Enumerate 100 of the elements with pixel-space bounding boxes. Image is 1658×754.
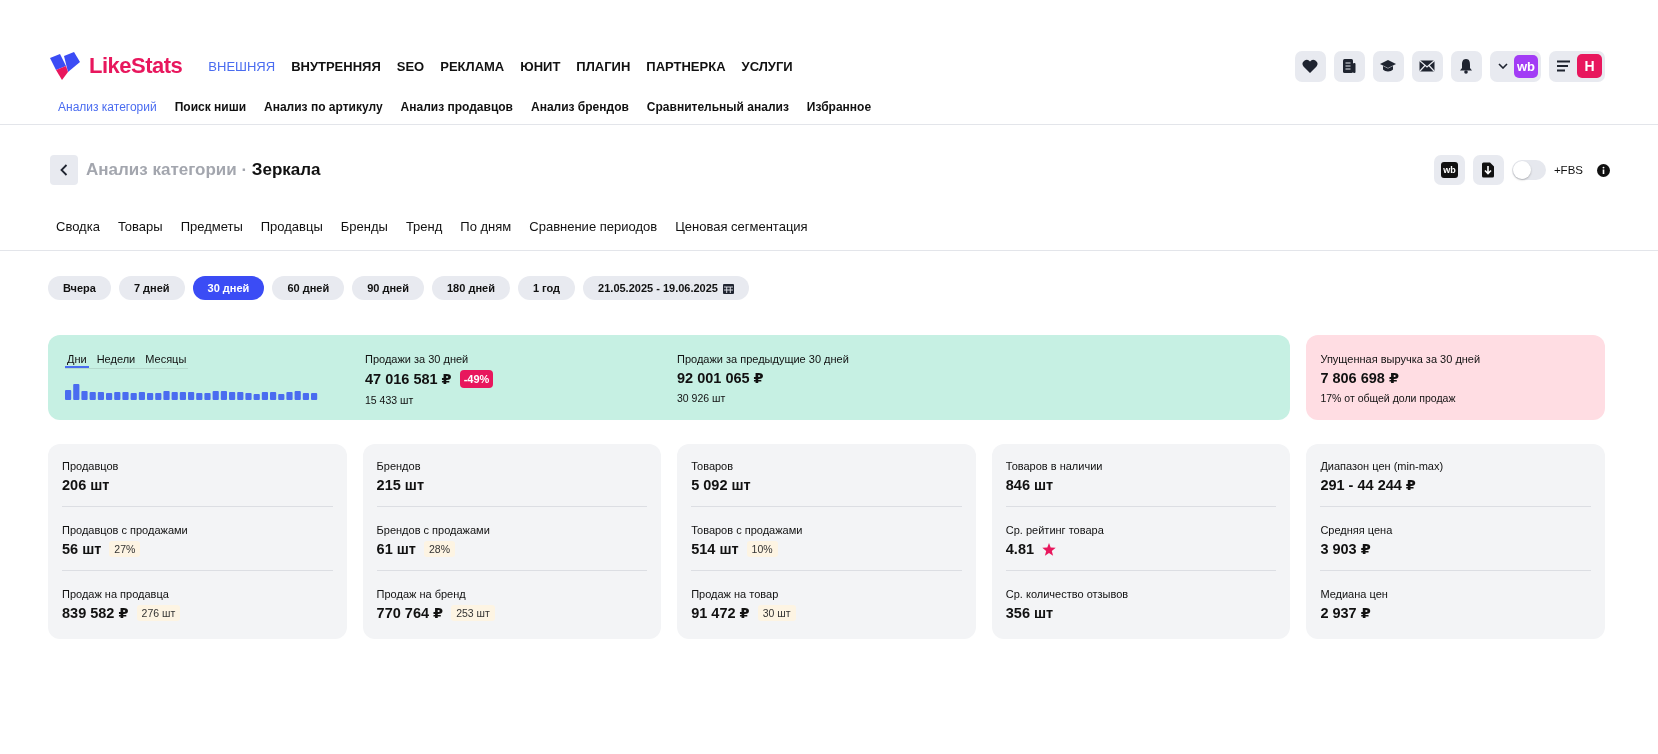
subnav-link[interactable]: Избранное xyxy=(806,100,872,114)
metric-label: Средняя цена xyxy=(1320,524,1394,536)
download-button[interactable] xyxy=(1472,155,1504,185)
subnav-link[interactable]: Анализ брендов xyxy=(531,100,629,114)
stat-units: 30 926 шт xyxy=(677,392,727,404)
marketplace-button[interactable]: wb xyxy=(1433,155,1465,185)
change-badge: -49% xyxy=(459,370,494,388)
nav-link[interactable]: ЮНИТ xyxy=(520,58,561,74)
fbs-label: +FBS xyxy=(1553,164,1583,176)
mail-icon xyxy=(1419,60,1436,72)
metric-value: 3 903 ₽ xyxy=(1320,541,1371,557)
metric-badge: 10% xyxy=(746,541,778,557)
metric-value: 4.81 xyxy=(1005,541,1035,557)
star-icon xyxy=(1042,542,1057,556)
nav-link[interactable]: ВНУТРЕННЯЯ xyxy=(291,58,381,74)
info-icon[interactable] xyxy=(1597,163,1610,177)
view-tab[interactable]: Недели xyxy=(94,353,138,368)
logo-icon xyxy=(48,52,82,80)
metric-value: 91 472 ₽ xyxy=(691,605,750,621)
education-button[interactable] xyxy=(1372,50,1404,82)
metric-label: Товаров в наличии xyxy=(1005,460,1104,472)
graduation-cap-icon xyxy=(1379,59,1398,73)
period-button[interactable]: 1 год xyxy=(517,276,576,300)
menu-icon xyxy=(1557,60,1571,72)
calendar-icon xyxy=(723,282,734,294)
subnav-link[interactable]: Поиск ниши xyxy=(174,100,247,114)
stat-units: 15 433 шт xyxy=(365,394,415,406)
metric-label: Диапазон цен (min-max) xyxy=(1320,460,1445,472)
logo-text[interactable]: LikeStats xyxy=(89,53,183,79)
section-tab[interactable]: Продавцы xyxy=(260,219,323,234)
metric-value: 61 шт xyxy=(376,541,416,557)
section-tab[interactable]: Сравнение периодов xyxy=(529,219,658,234)
metric-value: 2 937 ₽ xyxy=(1320,605,1371,621)
period-button[interactable]: 30 дней xyxy=(192,276,265,300)
fbs-toggle[interactable] xyxy=(1511,160,1546,180)
section-tab[interactable]: Сводка xyxy=(56,219,100,234)
view-tab[interactable]: Дни xyxy=(65,353,89,368)
notifications-button[interactable] xyxy=(1450,50,1482,82)
period-button[interactable]: 60 дней xyxy=(272,276,345,300)
section-tab[interactable]: Бренды xyxy=(340,219,388,234)
metric-label: Брендов xyxy=(376,460,422,472)
section-tab[interactable]: Ценовая сегментация xyxy=(675,219,808,234)
stat-label: Упущенная выручка за 30 дней xyxy=(1320,353,1482,365)
metric-value: 356 шт xyxy=(1005,605,1054,621)
mail-button[interactable] xyxy=(1411,50,1443,82)
subnav-link[interactable]: Анализ категорий xyxy=(58,100,157,114)
back-button[interactable] xyxy=(50,155,78,185)
document-icon xyxy=(1342,58,1357,74)
metric-label: Продавцов с продажами xyxy=(62,524,189,536)
nav-link[interactable]: ВНЕШНЯЯ xyxy=(208,58,276,74)
metric-badge: 30 шт xyxy=(757,605,796,621)
subnav-link[interactable]: Анализ продавцов xyxy=(400,100,513,114)
section-tab[interactable]: Предметы xyxy=(180,219,243,234)
metric-value: 56 шт xyxy=(62,541,102,557)
stat-value: 92 001 065 ₽ xyxy=(677,370,764,386)
metric-value: 215 шт xyxy=(376,477,424,493)
section-tab[interactable]: Товары xyxy=(117,219,163,234)
stat-note: 17% от общей доли продаж xyxy=(1320,392,1457,404)
marketplace-switcher[interactable]: wb xyxy=(1489,50,1541,82)
metric-badge: 276 шт xyxy=(136,605,181,621)
metric-label: Медиана цен xyxy=(1320,588,1389,600)
metric-value: 206 шт xyxy=(62,477,110,493)
metric-value: 839 582 ₽ xyxy=(62,605,129,621)
download-icon xyxy=(1481,162,1496,178)
page-title: Анализ категории · Зеркала xyxy=(86,160,321,180)
chevron-left-icon xyxy=(60,164,68,176)
period-button[interactable]: Вчера xyxy=(48,276,111,300)
metric-label: Продавцов xyxy=(62,460,120,472)
user-avatar: Н xyxy=(1577,54,1602,78)
bell-icon xyxy=(1459,58,1474,74)
chevron-down-icon xyxy=(1497,63,1508,69)
subnav-link[interactable]: Сравнительный анализ xyxy=(646,100,789,114)
subnav-link[interactable]: Анализ по артикулу xyxy=(264,100,383,114)
documents-button[interactable] xyxy=(1333,50,1365,82)
stat-value: 47 016 581 ₽ xyxy=(365,371,452,387)
metric-label: Брендов с продажами xyxy=(376,524,491,536)
date-range-button[interactable]: 21.05.2025 - 19.06.2025 xyxy=(583,276,749,300)
section-tab[interactable]: По дням xyxy=(460,219,512,234)
metric-badge: 253 шт xyxy=(451,605,495,621)
nav-link[interactable]: УСЛУГИ xyxy=(741,58,793,74)
metric-label: Продаж на товар xyxy=(691,588,780,600)
nav-link[interactable]: РЕКЛАМА xyxy=(440,58,505,74)
metric-value: 291 - 44 244 ₽ xyxy=(1320,477,1416,493)
period-button[interactable]: 180 дней xyxy=(432,276,510,300)
section-tab[interactable]: Тренд xyxy=(405,219,443,234)
nav-link[interactable]: ПАРТНЕРКА xyxy=(646,58,726,74)
period-button[interactable]: 90 дней xyxy=(352,276,424,300)
user-menu-button[interactable]: Н xyxy=(1549,50,1605,82)
period-button[interactable]: 7 дней xyxy=(118,276,185,300)
view-tab[interactable]: Месяцы xyxy=(143,353,189,368)
metric-label: Продаж на продавца xyxy=(62,588,170,600)
metric-label: Ср. рейтинг товара xyxy=(1005,524,1105,536)
nav-link[interactable]: ПЛАГИН xyxy=(576,58,631,74)
nav-link[interactable]: SEO xyxy=(396,58,425,74)
metric-value: 5 092 шт xyxy=(691,477,751,493)
favorites-button[interactable] xyxy=(1294,50,1326,82)
marketplace-badge: wb xyxy=(1513,54,1538,78)
metric-value: 846 шт xyxy=(1005,477,1054,493)
stat-label: Продажи за предыдущие 30 дней xyxy=(677,353,850,365)
stat-label: Продажи за 30 дней xyxy=(365,353,470,365)
